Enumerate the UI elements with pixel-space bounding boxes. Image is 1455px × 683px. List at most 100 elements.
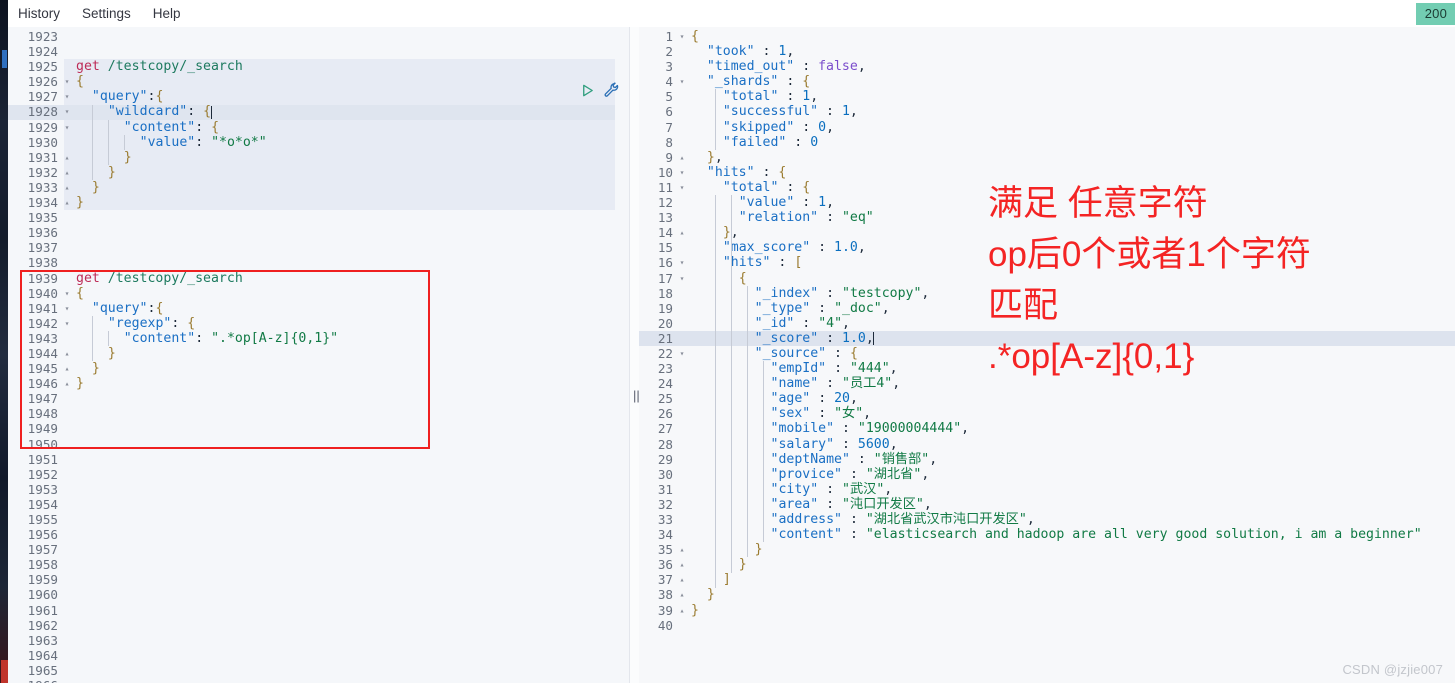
- fold-toggle-icon[interactable]: ▾: [62, 89, 72, 104]
- fold-toggle-icon[interactable]: ▴: [677, 150, 687, 165]
- fold-toggle-icon[interactable]: ▾: [677, 29, 687, 44]
- code-line[interactable]: 1940 ▾ {: [8, 286, 630, 301]
- code-line[interactable]: 1930 "value": "*o*o*": [8, 135, 630, 150]
- code-line[interactable]: 1948: [8, 406, 630, 421]
- code-line[interactable]: 8 "failed" : 0: [639, 135, 1455, 150]
- code-line[interactable]: 30 "provice" : "湖北省",: [639, 467, 1455, 482]
- code-line[interactable]: 1957: [8, 542, 630, 557]
- code-line[interactable]: 1947: [8, 391, 630, 406]
- code-line[interactable]: 32 "area" : "沌口开发区",: [639, 497, 1455, 512]
- fold-toggle-icon[interactable]: ▾: [62, 316, 72, 331]
- fold-toggle-icon[interactable]: ▴: [62, 180, 72, 195]
- code-line[interactable]: 1966: [8, 678, 630, 683]
- code-line[interactable]: 1935: [8, 210, 630, 225]
- code-line[interactable]: 1961: [8, 603, 630, 618]
- code-line[interactable]: 3 "timed_out" : false,: [639, 59, 1455, 74]
- menu-item-help[interactable]: Help: [153, 0, 181, 27]
- code-line[interactable]: 1929 ▾ "content": {: [8, 120, 630, 135]
- fold-toggle-icon[interactable]: ▴: [62, 150, 72, 165]
- fold-toggle-icon[interactable]: ▴: [62, 165, 72, 180]
- code-line[interactable]: 34 "content" : "elasticsearch and hadoop…: [639, 527, 1455, 542]
- code-line[interactable]: 1955: [8, 512, 630, 527]
- code-line[interactable]: 1944 ▴ }: [8, 346, 630, 361]
- code-line[interactable]: 33 "address" : "湖北省武汉市沌口开发区",: [639, 512, 1455, 527]
- code-line[interactable]: 7 "skipped" : 0,: [639, 120, 1455, 135]
- code-line[interactable]: 9 ▴ },: [639, 150, 1455, 165]
- request-editor[interactable]: 1923 1924 1925 get /testcopy/_search 1926 ▾ {1…: [8, 27, 630, 683]
- fold-toggle-icon[interactable]: ▾: [677, 165, 687, 180]
- fold-toggle-icon[interactable]: ▾: [677, 271, 687, 286]
- code-line[interactable]: 1958: [8, 557, 630, 572]
- fold-toggle-icon[interactable]: ▾: [677, 255, 687, 270]
- code-line[interactable]: 1931 ▴ }: [8, 150, 630, 165]
- code-line[interactable]: 1960: [8, 587, 630, 602]
- code-line[interactable]: 1928 ▾ "wildcard": {: [8, 104, 630, 119]
- fold-toggle-icon[interactable]: ▾: [677, 346, 687, 361]
- code-line[interactable]: 36 ▴ }: [639, 557, 1455, 572]
- fold-toggle-icon[interactable]: ▾: [62, 301, 72, 316]
- code-line[interactable]: 1954: [8, 497, 630, 512]
- code-line[interactable]: 37 ▴ ]: [639, 572, 1455, 587]
- code-line[interactable]: 1949: [8, 421, 630, 436]
- fold-toggle-icon[interactable]: ▾: [677, 180, 687, 195]
- code-line[interactable]: 28 "salary" : 5600,: [639, 437, 1455, 452]
- fold-toggle-icon[interactable]: ▴: [677, 542, 687, 557]
- code-line[interactable]: 1963: [8, 633, 630, 648]
- fold-toggle-icon[interactable]: ▴: [62, 346, 72, 361]
- fold-toggle-icon[interactable]: ▾: [62, 120, 72, 135]
- code-line[interactable]: 1959: [8, 572, 630, 587]
- code-line[interactable]: 1962: [8, 618, 630, 633]
- code-line[interactable]: 1942 ▾ "regexp": {: [8, 316, 630, 331]
- fold-toggle-icon[interactable]: ▴: [677, 587, 687, 602]
- code-line[interactable]: 1943 "content": ".*op[A-z]{0,1}": [8, 331, 630, 346]
- code-line[interactable]: 1938: [8, 255, 630, 270]
- fold-toggle-icon[interactable]: ▾: [62, 286, 72, 301]
- fold-toggle-icon[interactable]: ▾: [62, 74, 72, 89]
- code-line[interactable]: 1932 ▴ }: [8, 165, 630, 180]
- code-line[interactable]: 1927 ▾ "query":{: [8, 89, 630, 104]
- fold-toggle-icon[interactable]: ▴: [62, 361, 72, 376]
- code-line[interactable]: 1924: [8, 44, 630, 59]
- code-line[interactable]: 4 ▾ "_shards" : {: [639, 74, 1455, 89]
- fold-toggle-icon[interactable]: ▴: [677, 603, 687, 618]
- code-line[interactable]: 1925 get /testcopy/_search: [8, 59, 630, 74]
- code-line[interactable]: 26 "sex" : "女",: [639, 406, 1455, 421]
- code-line[interactable]: 1951: [8, 452, 630, 467]
- fold-toggle-icon[interactable]: ▴: [677, 225, 687, 240]
- code-line[interactable]: 1933 ▴ }: [8, 180, 630, 195]
- code-line[interactable]: 27 "mobile" : "19000004444",: [639, 421, 1455, 436]
- code-line[interactable]: 1952: [8, 467, 630, 482]
- code-line[interactable]: 1923: [8, 29, 630, 44]
- fold-toggle-icon[interactable]: ▴: [62, 376, 72, 391]
- code-line[interactable]: 1956: [8, 527, 630, 542]
- fold-toggle-icon[interactable]: ▴: [677, 572, 687, 587]
- code-line[interactable]: 38 ▴ }: [639, 587, 1455, 602]
- code-line[interactable]: 2 "took" : 1,: [639, 44, 1455, 59]
- code-line[interactable]: 1939 get /testcopy/_search: [8, 271, 630, 286]
- code-line[interactable]: 1937: [8, 240, 630, 255]
- fold-toggle-icon[interactable]: ▴: [677, 557, 687, 572]
- wrench-icon[interactable]: [603, 82, 619, 103]
- code-line[interactable]: 39 ▴}: [639, 603, 1455, 618]
- code-line[interactable]: 1926 ▾ {: [8, 74, 630, 89]
- code-line[interactable]: 1941 ▾ "query":{: [8, 301, 630, 316]
- code-line[interactable]: 1946 ▴}: [8, 376, 630, 391]
- code-line[interactable]: 1945 ▴ }: [8, 361, 630, 376]
- code-line[interactable]: 5 "total" : 1,: [639, 89, 1455, 104]
- code-line[interactable]: 1 ▾ {: [639, 29, 1455, 44]
- menu-item-history[interactable]: History: [18, 0, 60, 27]
- code-line[interactable]: 40: [639, 618, 1455, 633]
- code-line[interactable]: 29 "deptName" : "销售部",: [639, 452, 1455, 467]
- code-line[interactable]: 1950: [8, 437, 630, 452]
- code-line[interactable]: 1953: [8, 482, 630, 497]
- code-line[interactable]: 1934 ▴}: [8, 195, 630, 210]
- code-line[interactable]: 1936: [8, 225, 630, 240]
- code-line[interactable]: 25 "age" : 20,: [639, 391, 1455, 406]
- splitter-grip[interactable]: ||: [633, 389, 640, 403]
- menu-item-settings[interactable]: Settings: [82, 0, 131, 27]
- code-line[interactable]: 1964: [8, 648, 630, 663]
- play-icon[interactable]: [580, 83, 595, 103]
- code-line[interactable]: 31 "city" : "武汉",: [639, 482, 1455, 497]
- fold-toggle-icon[interactable]: ▾: [677, 74, 687, 89]
- code-line[interactable]: 35 ▴ }: [639, 542, 1455, 557]
